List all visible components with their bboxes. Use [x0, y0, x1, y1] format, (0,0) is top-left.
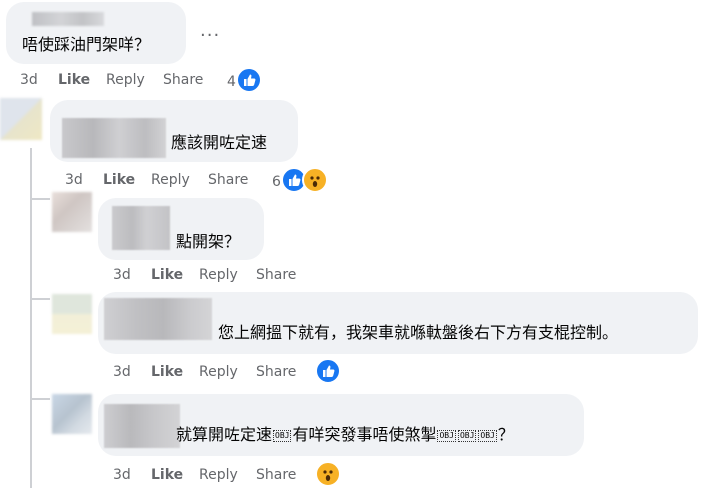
reaction-count-2: 6 — [272, 174, 281, 190]
comment-text-5: 就算開咗定速 OBJ 有咩突發事唔使煞掣 OBJ OBJ OBJ？ — [176, 425, 514, 445]
share-button-5[interactable]: Share — [256, 467, 296, 483]
avatar-3[interactable] — [52, 192, 92, 232]
comment-text-3: 點開架？ — [176, 232, 241, 251]
more-options-icon[interactable]: ... — [200, 20, 220, 41]
like-reaction-icon-4[interactable] — [315, 358, 341, 384]
wow-reaction-icon-5[interactable] — [315, 461, 341, 487]
thread-line-branch-1 — [30, 198, 50, 200]
share-button-2[interactable]: Share — [208, 172, 248, 188]
comment-actions-5: 3d Like Reply Share — [113, 467, 333, 485]
comment-actions-1: 3d Like Reply Share — [20, 72, 240, 90]
like-button-1[interactable]: Like — [58, 72, 90, 88]
like-button-4[interactable]: Like — [151, 364, 183, 380]
share-button-3[interactable]: Share — [256, 267, 296, 283]
reply-button-1[interactable]: Reply — [106, 72, 145, 88]
obj-glyph: OBJ — [478, 429, 497, 442]
comment-time-4[interactable]: 3d — [113, 364, 131, 380]
share-button-1[interactable]: Share — [163, 72, 203, 88]
commenter-name-4[interactable] — [104, 298, 212, 340]
avatar-5[interactable] — [52, 394, 92, 434]
comment-text-1: 唔使踩油門架咩？ — [22, 35, 151, 54]
comment-actions-3: 3d Like Reply Share — [113, 267, 333, 285]
thread-line-branch-2 — [30, 298, 50, 300]
reply-button-5[interactable]: Reply — [199, 467, 238, 483]
thread-line-branch-3 — [30, 398, 50, 400]
commenter-name-2[interactable] — [62, 118, 166, 158]
comment-time-5[interactable]: 3d — [113, 467, 131, 483]
comment-actions-4: 3d Like Reply Share — [113, 364, 333, 382]
comment-text-2: 應該開咗定速 — [171, 133, 268, 152]
commenter-name-5[interactable] — [104, 404, 180, 448]
wow-reaction-icon-2[interactable] — [302, 167, 328, 193]
avatar-4[interactable] — [52, 294, 92, 334]
obj-glyph: OBJ — [437, 429, 456, 442]
comment-text-5-part2: 有咩突發事唔使煞掣 — [292, 425, 437, 444]
comment-text-5-part1: 就算開咗定速 — [176, 425, 273, 444]
comment-text-4: 您上網搵下就有，我架車就喺軚盤後右下方有支棍控制。 — [218, 323, 619, 342]
avatar-2[interactable] — [0, 98, 42, 140]
thumbs-up-icon — [323, 365, 335, 377]
wow-face-icon — [323, 470, 333, 481]
reaction-count-1: 4 — [227, 74, 236, 90]
comment-time-1[interactable]: 3d — [20, 72, 38, 88]
like-button-5[interactable]: Like — [151, 467, 183, 483]
comment-time-3[interactable]: 3d — [113, 267, 131, 283]
reply-button-3[interactable]: Reply — [199, 267, 238, 283]
reply-button-2[interactable]: Reply — [151, 172, 190, 188]
comment-text-5-end: ？ — [497, 425, 514, 444]
like-button-2[interactable]: Like — [103, 172, 135, 188]
commenter-name-1[interactable] — [32, 12, 104, 26]
comment-time-2[interactable]: 3d — [65, 172, 83, 188]
comment-actions-2: 3d Like Reply Share — [65, 172, 285, 190]
like-button-3[interactable]: Like — [151, 267, 183, 283]
thumbs-up-icon — [244, 74, 256, 86]
like-reaction-icon-1[interactable] — [236, 67, 262, 93]
obj-glyph: OBJ — [273, 429, 292, 442]
reply-button-4[interactable]: Reply — [199, 364, 238, 380]
commenter-name-3[interactable] — [112, 206, 170, 250]
obj-glyph: OBJ — [457, 429, 477, 442]
share-button-4[interactable]: Share — [256, 364, 296, 380]
wow-face-icon — [310, 176, 320, 187]
